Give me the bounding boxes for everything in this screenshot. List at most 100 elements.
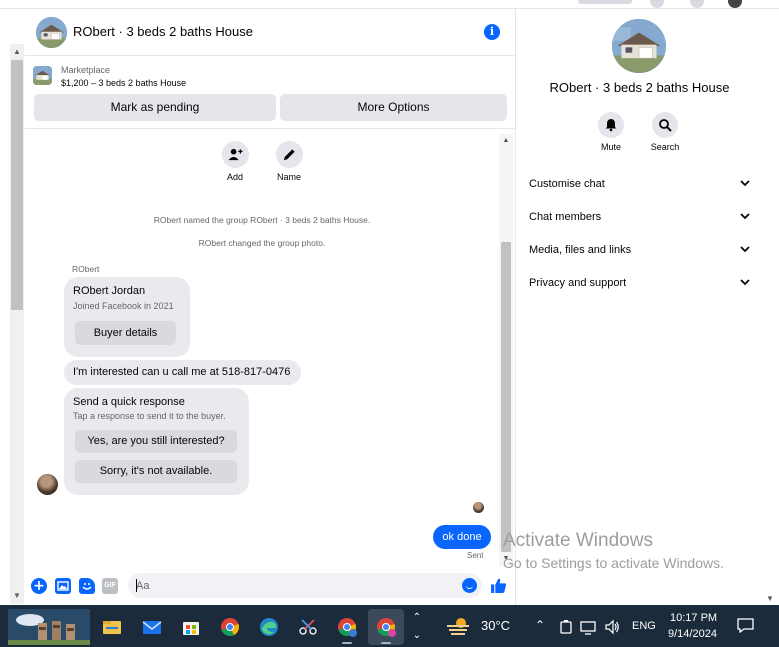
section-label: Media, files and links: [529, 244, 632, 256]
mute-label: Mute: [600, 142, 621, 152]
mail-icon: [142, 621, 162, 634]
quick-response-subtitle: Tap a response to send it to the buyer.: [73, 411, 226, 421]
outgoing-message[interactable]: ok done: [433, 525, 491, 549]
message-scrollbar[interactable]: ▲ ▼: [499, 134, 513, 566]
taskbar-chrome-profile[interactable]: [329, 609, 365, 645]
incoming-message-text: I'm interested can u call me at 518-817-…: [73, 366, 291, 378]
message-composer: + GIF: [25, 569, 516, 605]
mute-button[interactable]: [598, 112, 624, 138]
network-icon[interactable]: [580, 619, 596, 635]
browser-toolbar-pill[interactable]: [578, 0, 632, 4]
chat-title[interactable]: RObert · 3 beds 2 baths House: [73, 24, 253, 39]
running-indicator: [381, 642, 391, 644]
tray-chevron-up-icon[interactable]: ⌃: [535, 618, 545, 632]
group-avatar[interactable]: [36, 17, 67, 48]
chrome-profile-icon: [338, 618, 357, 637]
more-options-button[interactable]: More Options: [280, 94, 507, 121]
system-message: RObert named the group RObert · 3 beds 2…: [153, 215, 371, 225]
chevron-down-icon: [740, 213, 750, 220]
toolbar-dot-icon[interactable]: [690, 0, 704, 8]
emoji-icon[interactable]: [462, 578, 477, 593]
scroll-down-arrow-icon[interactable]: ▼: [11, 590, 23, 602]
volume-icon[interactable]: [604, 619, 620, 635]
activation-watermark-subtitle: Go to Settings to activate Windows.: [503, 555, 724, 571]
message-scrollbar-thumb[interactable]: [501, 242, 511, 552]
mark-as-pending-button[interactable]: Mark as pending: [34, 94, 276, 121]
marketplace-bar: Marketplace $1,200 – 3 beds 2 baths Hous…: [25, 57, 516, 129]
battery-plug-icon[interactable]: [558, 619, 574, 635]
name-label: Name: [276, 172, 301, 182]
sticker-icon[interactable]: [79, 578, 95, 594]
buyer-details-button[interactable]: Buyer details: [75, 321, 176, 345]
add-person-icon: [228, 148, 243, 161]
text-caret: [136, 579, 137, 592]
weather-widget-icon[interactable]: [8, 609, 90, 645]
temperature: 30°C: [481, 618, 511, 633]
taskbar-snipping-tool[interactable]: [290, 609, 326, 645]
section-chat-members[interactable]: Chat members: [529, 207, 751, 229]
taskbar-mail[interactable]: [134, 609, 170, 645]
scroll-up-arrow-icon[interactable]: ▲: [11, 46, 23, 58]
language-indicator[interactable]: ENG: [632, 620, 656, 632]
scroll-down-arrow-icon[interactable]: ▼: [766, 594, 774, 603]
chat-header: RObert · 3 beds 2 baths House i: [25, 9, 516, 56]
message-input[interactable]: [128, 573, 482, 598]
section-label: Chat members: [529, 211, 602, 223]
scrollbar-thumb[interactable]: [11, 60, 23, 310]
message-list: Add Name RObert named the group RObert ·…: [25, 130, 516, 567]
sender-avatar[interactable]: [37, 474, 58, 495]
marketplace-label: Marketplace: [61, 65, 111, 75]
windows-taskbar: ⌃ ⌄ 30°C ⌃ ENG 10:17 PM 9/14/2024: [0, 605, 779, 647]
clock-date[interactable]: 9/14/2024: [668, 628, 717, 640]
photo-icon[interactable]: [55, 578, 71, 594]
chevron-down-icon: [740, 279, 750, 286]
section-customise-chat[interactable]: Customise chat: [529, 174, 751, 196]
page-scrollbar[interactable]: ▲ ▼: [0, 44, 24, 604]
chrome-icon: [221, 618, 239, 636]
taskbar-chrome-active[interactable]: [368, 609, 404, 645]
thumbs-up-icon[interactable]: [490, 577, 507, 594]
taskbar-file-explorer[interactable]: [94, 609, 130, 645]
folder-icon: [103, 621, 121, 634]
profile-dot-icon[interactable]: [728, 0, 742, 8]
bell-icon: [605, 119, 617, 132]
right-scrollbar[interactable]: ▼: [762, 9, 779, 605]
plus-icon[interactable]: +: [31, 578, 47, 594]
quick-response-option[interactable]: Yes, are you still interested?: [75, 430, 237, 453]
chat-panel: RObert · 3 beds 2 baths House i Marketpl…: [25, 9, 516, 605]
quick-response-card: Send a quick response Tap a response to …: [64, 388, 249, 495]
pencil-icon: [283, 149, 295, 161]
scroll-up-arrow-icon[interactable]: ▲: [501, 136, 511, 146]
add-person-button[interactable]: [222, 141, 249, 168]
conversation-info-panel: RObert · 3 beds 2 baths House Mute Searc…: [517, 9, 762, 605]
buyer-name: RObert Jordan: [73, 285, 146, 297]
notification-icon[interactable]: [737, 618, 754, 633]
info-icon[interactable]: i: [484, 24, 500, 40]
search-icon: [659, 119, 672, 132]
quick-response-option[interactable]: Sorry, it's not available.: [75, 460, 237, 483]
search-button[interactable]: [652, 112, 678, 138]
listing-thumbnail[interactable]: [33, 66, 52, 85]
store-icon: [183, 622, 199, 635]
sun-haze-icon: [447, 618, 469, 635]
taskbar-chrome[interactable]: [212, 609, 248, 645]
section-label: Privacy and support: [529, 277, 627, 289]
name-group-button[interactable]: [276, 141, 303, 168]
taskbar-overflow-chevron-icon[interactable]: ⌃ ⌄: [410, 609, 424, 645]
section-label: Customise chat: [529, 178, 605, 190]
chevron-down-icon: [740, 246, 750, 253]
listing-title[interactable]: $1,200 – 3 beds 2 baths House: [61, 78, 186, 88]
info-panel-title: RObert · 3 beds 2 baths House: [549, 80, 730, 95]
toolbar-dot-icon[interactable]: [650, 0, 664, 8]
section-media-files-links[interactable]: Media, files and links: [529, 240, 751, 262]
taskbar-store[interactable]: [173, 609, 209, 645]
incoming-message[interactable]: I'm interested can u call me at 518-817-…: [64, 360, 301, 385]
chevron-down-icon: [740, 180, 750, 187]
gif-icon[interactable]: GIF: [102, 578, 118, 594]
section-privacy-support[interactable]: Privacy and support: [529, 273, 751, 295]
quick-response-title: Send a quick response: [73, 396, 185, 408]
clock-time[interactable]: 10:17 PM: [670, 612, 717, 624]
search-label: Search: [650, 142, 680, 152]
group-profile-photo[interactable]: [612, 19, 666, 73]
taskbar-edge[interactable]: [251, 609, 287, 645]
